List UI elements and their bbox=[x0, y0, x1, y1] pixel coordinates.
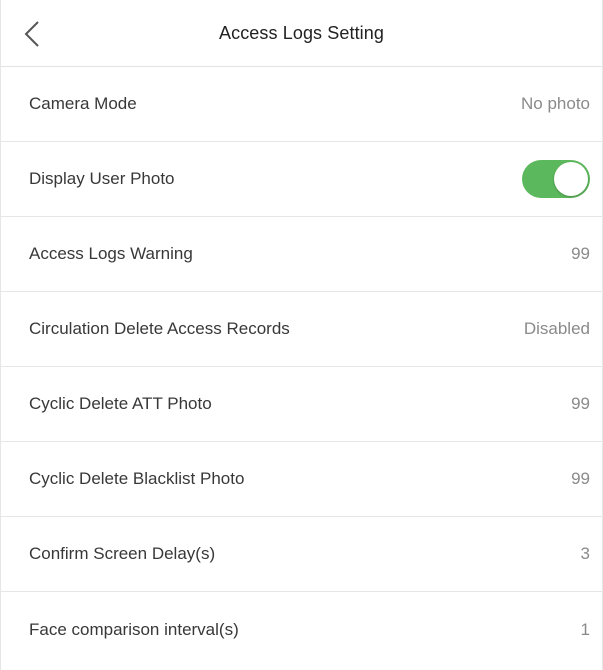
camera-mode-row[interactable]: Camera Mode No photo bbox=[1, 67, 602, 142]
setting-value: 99 bbox=[571, 394, 590, 413]
circulation-delete-access-records-row[interactable]: Circulation Delete Access Records Disabl… bbox=[1, 292, 602, 367]
setting-label: Camera Mode bbox=[29, 94, 137, 113]
setting-value: 99 bbox=[571, 469, 590, 488]
cyclic-delete-att-photo-row[interactable]: Cyclic Delete ATT Photo 99 bbox=[1, 367, 602, 442]
setting-label: Circulation Delete Access Records bbox=[29, 319, 290, 338]
back-button[interactable] bbox=[19, 20, 45, 48]
toggle-knob bbox=[554, 162, 588, 196]
setting-value: Disabled bbox=[523, 319, 590, 338]
setting-value: No photo bbox=[521, 94, 590, 113]
confirm-screen-delay-row[interactable]: Confirm Screen Delay(s) 3 bbox=[1, 517, 602, 592]
access-logs-setting-screen: Access Logs Setting Camera Mode No photo… bbox=[0, 0, 603, 670]
setting-label: Cyclic Delete Blacklist Photo bbox=[29, 469, 245, 488]
setting-label: Face comparison interval(s) bbox=[29, 619, 239, 639]
chevron-left-icon bbox=[24, 21, 39, 47]
header-bar: Access Logs Setting bbox=[1, 0, 602, 67]
setting-label: Cyclic Delete ATT Photo bbox=[29, 394, 212, 413]
setting-value: 1 bbox=[580, 619, 590, 639]
access-logs-warning-row[interactable]: Access Logs Warning 99 bbox=[1, 217, 602, 292]
setting-label: Display User Photo bbox=[29, 169, 175, 188]
setting-value: 3 bbox=[580, 544, 590, 563]
setting-label: Access Logs Warning bbox=[29, 244, 193, 263]
page-title: Access Logs Setting bbox=[219, 22, 384, 43]
display-user-photo-row: Display User Photo bbox=[1, 142, 602, 217]
cyclic-delete-blacklist-photo-row[interactable]: Cyclic Delete Blacklist Photo 99 bbox=[1, 442, 602, 517]
setting-label: Confirm Screen Delay(s) bbox=[29, 544, 216, 563]
settings-list: Camera Mode No photo Display User Photo … bbox=[1, 67, 602, 667]
display-user-photo-toggle[interactable] bbox=[522, 160, 590, 198]
setting-value: 99 bbox=[571, 244, 590, 263]
face-comparison-interval-row[interactable]: Face comparison interval(s) 1 bbox=[1, 592, 602, 667]
